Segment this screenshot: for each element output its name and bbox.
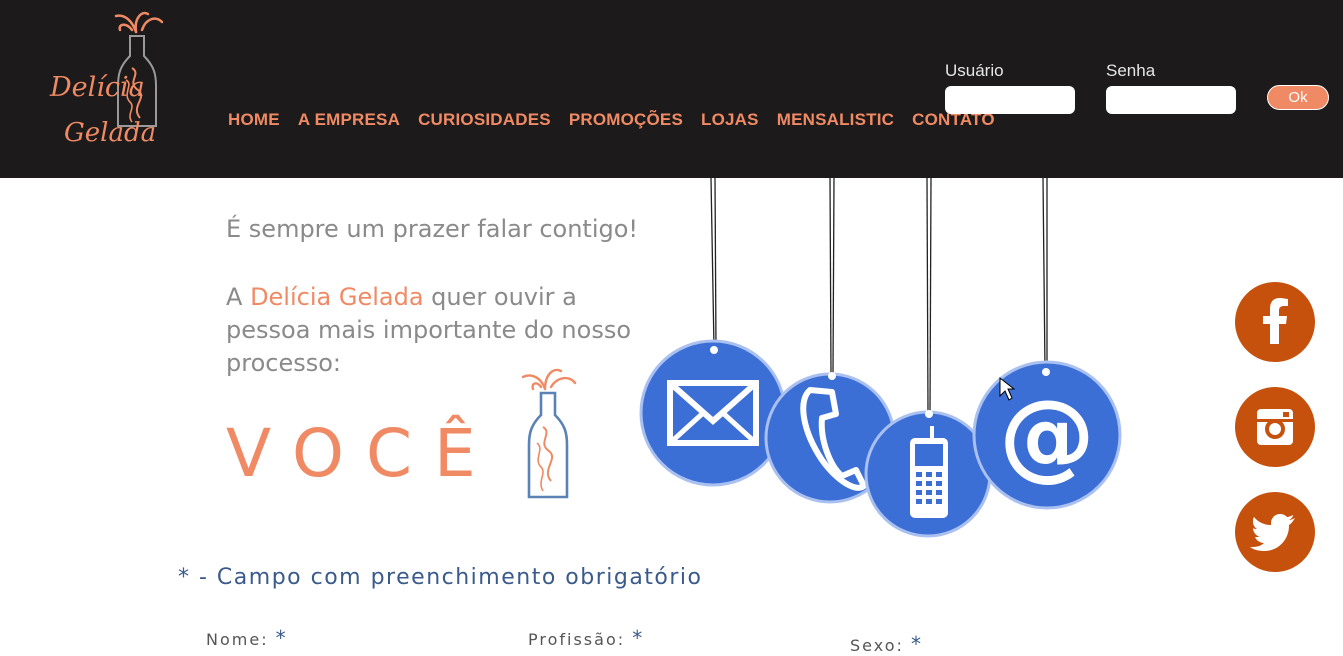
svg-text:@: @ — [999, 379, 1095, 491]
nav-promocoes[interactable]: PROMOÇÕES — [569, 110, 683, 130]
contact-illustration: @ — [639, 178, 1122, 538]
facebook-button[interactable] — [1235, 282, 1315, 362]
password-input[interactable] — [1106, 86, 1236, 114]
intro-brand-name: Delícia Gelada — [250, 283, 424, 311]
mobile-icon — [864, 410, 992, 538]
twitter-button[interactable] — [1235, 492, 1315, 572]
nav-home[interactable]: HOME — [228, 110, 280, 130]
nome-required-star: * — [275, 626, 288, 650]
logo[interactable]: Delícia Gelada — [48, 8, 168, 176]
username-label: Usuário — [945, 61, 1004, 80]
voce-heading: VOCÊ — [226, 415, 498, 492]
site-header: Delícia Gelada HOME A EMPRESA CURIOSIDAD… — [0, 0, 1343, 178]
main-nav: HOME A EMPRESA CURIOSIDADES PROMOÇÕES LO… — [228, 110, 995, 130]
bottle-icon — [521, 368, 577, 499]
intro-paragraph: A Delícia Gelada quer ouvir a pessoa mai… — [226, 281, 646, 380]
twitter-icon — [1250, 514, 1295, 551]
sexo-required-star: * — [910, 632, 923, 656]
facebook-icon — [1263, 298, 1288, 344]
envelope-icon — [639, 339, 787, 487]
logo-text-line1: Delícia — [50, 72, 145, 103]
username-input[interactable] — [945, 86, 1075, 114]
password-label: Senha — [1106, 61, 1156, 80]
nav-lojas[interactable]: LOJAS — [701, 110, 759, 130]
required-fields-note: * - Campo com preenchimento obrigatório — [178, 565, 703, 590]
sexo-label: Sexo: * — [850, 632, 923, 656]
login-ok-button[interactable]: Ok — [1267, 85, 1329, 110]
intro-line1: É sempre um prazer falar contigo! — [226, 215, 639, 243]
at-sign-icon: @ — [972, 360, 1122, 510]
sexo-label-text: Sexo: — [850, 636, 904, 655]
instagram-icon — [1257, 409, 1293, 445]
profissao-label: Profissão: * — [528, 626, 644, 650]
nav-mensalistic[interactable]: MENSALISTIC — [777, 110, 894, 130]
logo-text-line2: Gelada — [64, 118, 157, 148]
instagram-button[interactable] — [1235, 387, 1315, 467]
nav-a-empresa[interactable]: A EMPRESA — [298, 110, 400, 130]
profissao-required-star: * — [632, 626, 645, 650]
nome-label: Nome: * — [206, 626, 288, 650]
intro-prefix: A — [226, 283, 243, 311]
nav-curiosidades[interactable]: CURIOSIDADES — [418, 110, 551, 130]
nome-label-text: Nome: — [206, 630, 269, 649]
profissao-label-text: Profissão: — [528, 630, 626, 649]
